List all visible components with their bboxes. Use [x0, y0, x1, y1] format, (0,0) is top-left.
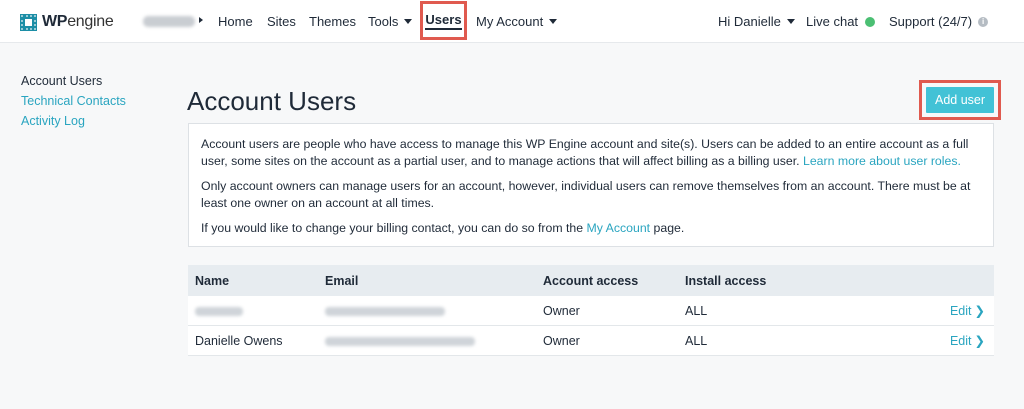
- install-access-value: ALL: [685, 333, 708, 348]
- chevron-right-icon: ❯: [974, 304, 985, 318]
- account-access-value: Owner: [543, 303, 580, 318]
- edit-user-link[interactable]: Edit ❯: [925, 333, 994, 348]
- redacted-name: [195, 306, 243, 316]
- user-email: [325, 304, 543, 318]
- sidebar-item-technical-contacts[interactable]: Technical Contacts: [21, 91, 126, 111]
- chevron-down-icon: [786, 19, 795, 24]
- nav-home[interactable]: Home: [218, 0, 253, 43]
- user-email: [325, 334, 543, 348]
- info-paragraph-billing: If you would like to change your billing…: [201, 221, 685, 235]
- logo-wordmark: WPengine: [42, 13, 114, 30]
- header-name: Name: [195, 273, 230, 288]
- sidebar-item-activity-log[interactable]: Activity Log: [21, 111, 126, 131]
- account-caret-icon: [199, 17, 203, 23]
- table-row: Owner ALL Edit ❯: [188, 296, 994, 326]
- info-paragraph-owners: Only account owners can manage users for…: [201, 179, 971, 210]
- wp-engine-logo[interactable]: WPengine: [20, 12, 114, 32]
- live-chat-link[interactable]: Live chat: [806, 0, 876, 43]
- info-icon: i: [978, 16, 989, 27]
- user-name: Danielle Owens: [195, 333, 283, 348]
- chevron-right-icon: ❯: [974, 334, 985, 348]
- install-access-value: ALL: [685, 303, 708, 318]
- nav-themes[interactable]: Themes: [309, 0, 356, 43]
- redacted-email: [325, 336, 475, 346]
- table-header: Name Email Account access Install access: [188, 265, 994, 296]
- learn-more-link[interactable]: Learn more about user roles.: [803, 154, 961, 168]
- header-email: Email: [325, 273, 359, 288]
- users-table: Name Email Account access Install access…: [188, 265, 994, 356]
- sidebar: Account Users Technical Contacts Activit…: [21, 71, 126, 131]
- chevron-down-icon: [549, 19, 558, 24]
- chevron-down-icon: [404, 19, 413, 24]
- nav-sites[interactable]: Sites: [267, 0, 296, 43]
- nav-users[interactable]: Users: [420, 1, 467, 40]
- online-status-icon: [865, 16, 876, 27]
- my-account-link[interactable]: My Account: [587, 221, 651, 235]
- support-link[interactable]: Support (24/7) i: [889, 0, 989, 43]
- add-user-highlight: Add user: [919, 80, 1001, 120]
- user-name: [188, 304, 325, 318]
- nav-tools[interactable]: Tools: [368, 0, 413, 43]
- header-install-access: Install access: [685, 273, 767, 288]
- user-menu[interactable]: Hi Danielle: [718, 0, 795, 43]
- edit-user-link[interactable]: Edit ❯: [925, 303, 994, 318]
- header-account-access: Account access: [543, 273, 639, 288]
- sidebar-item-account-users[interactable]: Account Users: [21, 71, 126, 91]
- top-navigation-bar: WPengine Home Sites Themes Tools Users M…: [0, 0, 1024, 43]
- nav-my-account[interactable]: My Account: [476, 0, 558, 43]
- account-switcher[interactable]: [143, 16, 195, 27]
- wp-engine-logo-icon: [20, 13, 37, 31]
- info-paragraph-roles: Account users are people who have access…: [201, 137, 969, 168]
- add-user-button[interactable]: Add user: [926, 87, 994, 113]
- table-row: Danielle Owens Owner ALL Edit ❯: [188, 326, 994, 356]
- account-access-value: Owner: [543, 333, 580, 348]
- page-title: Account Users: [187, 86, 357, 116]
- redacted-email: [325, 306, 445, 316]
- info-panel: Account users are people who have access…: [188, 123, 994, 247]
